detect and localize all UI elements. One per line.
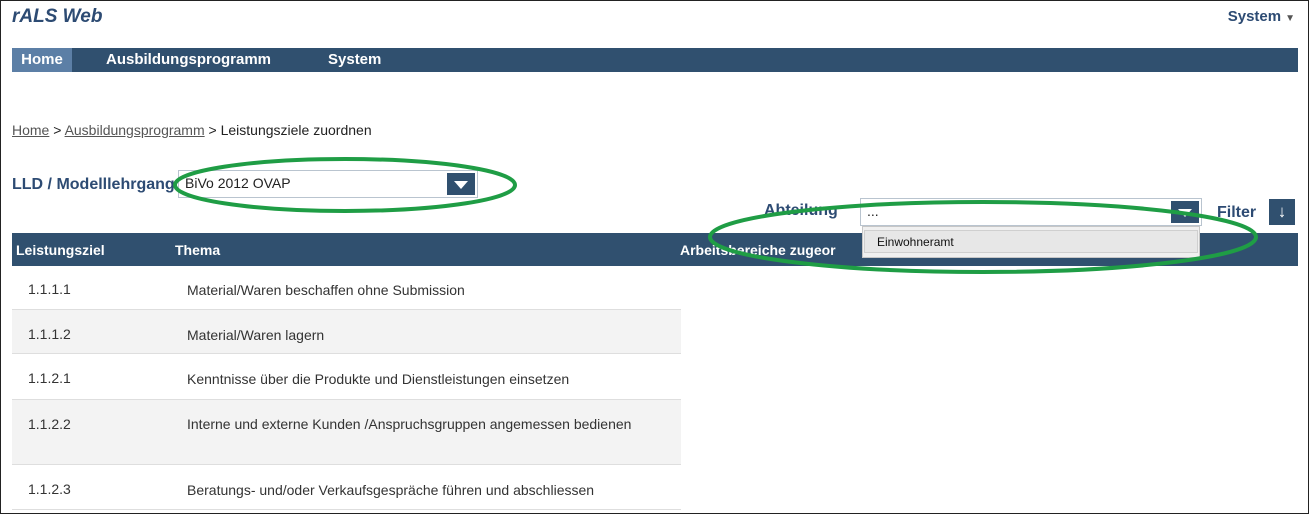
cell-leistungsziel: 1.1.2.2 xyxy=(28,416,71,432)
breadcrumb-separator: > xyxy=(53,122,62,138)
table-row[interactable]: 1.1.2.3 Beratungs- und/oder Verkaufsgesp… xyxy=(12,465,681,510)
dropdown-arrow-icon[interactable] xyxy=(1171,201,1199,223)
main-nav: Home Ausbildungsprogramm System xyxy=(12,48,1298,72)
breadcrumb: Home > Ausbildungsprogramm > Leistungszi… xyxy=(12,122,372,138)
column-header-leistungsziel[interactable]: Leistungsziel xyxy=(16,242,105,258)
abteilung-label: Abteilung xyxy=(764,202,838,219)
abteilung-select[interactable]: ... xyxy=(860,198,1202,226)
cell-thema: Kenntnisse über die Produkte und Dienstl… xyxy=(187,371,570,387)
abteilung-dropdown-list: Einwohneramt xyxy=(862,226,1200,258)
abteilung-select-value: ... xyxy=(867,203,879,219)
breadcrumb-programm-link[interactable]: Ausbildungsprogramm xyxy=(65,122,205,138)
filter-down-arrow-icon[interactable]: ↓ xyxy=(1269,199,1295,225)
dropdown-option-einwohneramt[interactable]: Einwohneramt xyxy=(864,230,1198,253)
lld-label: LLD / Modelllehrgang: xyxy=(12,176,180,193)
nav-system[interactable]: System xyxy=(328,48,381,72)
cell-leistungsziel: 1.1.1.1 xyxy=(28,281,71,297)
cell-leistungsziel: 1.1.2.3 xyxy=(28,481,71,497)
table-row[interactable]: 1.1.2.1 Kenntnisse über die Produkte und… xyxy=(12,354,681,400)
nav-home[interactable]: Home xyxy=(12,48,72,72)
system-menu-label: System xyxy=(1227,8,1282,25)
cell-leistungsziel: 1.1.2.1 xyxy=(28,370,71,386)
system-menu[interactable]: System ▼ xyxy=(1228,8,1295,25)
breadcrumb-home-link[interactable]: Home xyxy=(12,122,49,138)
table-row[interactable]: 1.1.2.2 Interne und externe Kunden /Ansp… xyxy=(12,400,681,465)
cell-thema: Material/Waren beschaffen ohne Submissio… xyxy=(187,282,465,298)
lld-select[interactable]: BiVo 2012 OVAP xyxy=(178,170,478,198)
breadcrumb-current: Leistungsziele zuordnen xyxy=(220,122,372,138)
chevron-down-icon: ▼ xyxy=(1285,13,1295,24)
breadcrumb-separator: > xyxy=(208,122,217,138)
table-row[interactable]: 1.1.1.2 Material/Waren lagern xyxy=(12,310,681,354)
cell-leistungsziel: 1.1.1.2 xyxy=(28,326,71,342)
cell-thema: Interne und externe Kunden /Anspruchsgru… xyxy=(187,416,632,432)
column-header-arbeitsbereiche[interactable]: Arbeitsbereiche zugeor xyxy=(680,242,836,258)
dropdown-arrow-icon[interactable] xyxy=(447,173,475,195)
filter-label: Filter xyxy=(1217,204,1257,221)
lld-select-value: BiVo 2012 OVAP xyxy=(185,175,291,191)
app-title: rALS Web xyxy=(12,6,103,27)
cell-thema: Material/Waren lagern xyxy=(187,327,325,343)
column-header-thema[interactable]: Thema xyxy=(175,242,220,258)
nav-ausbildungsprogramm[interactable]: Ausbildungsprogramm xyxy=(106,48,271,72)
cell-thema: Beratungs- und/oder Verkaufsgespräche fü… xyxy=(187,482,595,498)
table-row[interactable]: 1.1.1.1 Material/Waren beschaffen ohne S… xyxy=(12,266,681,310)
